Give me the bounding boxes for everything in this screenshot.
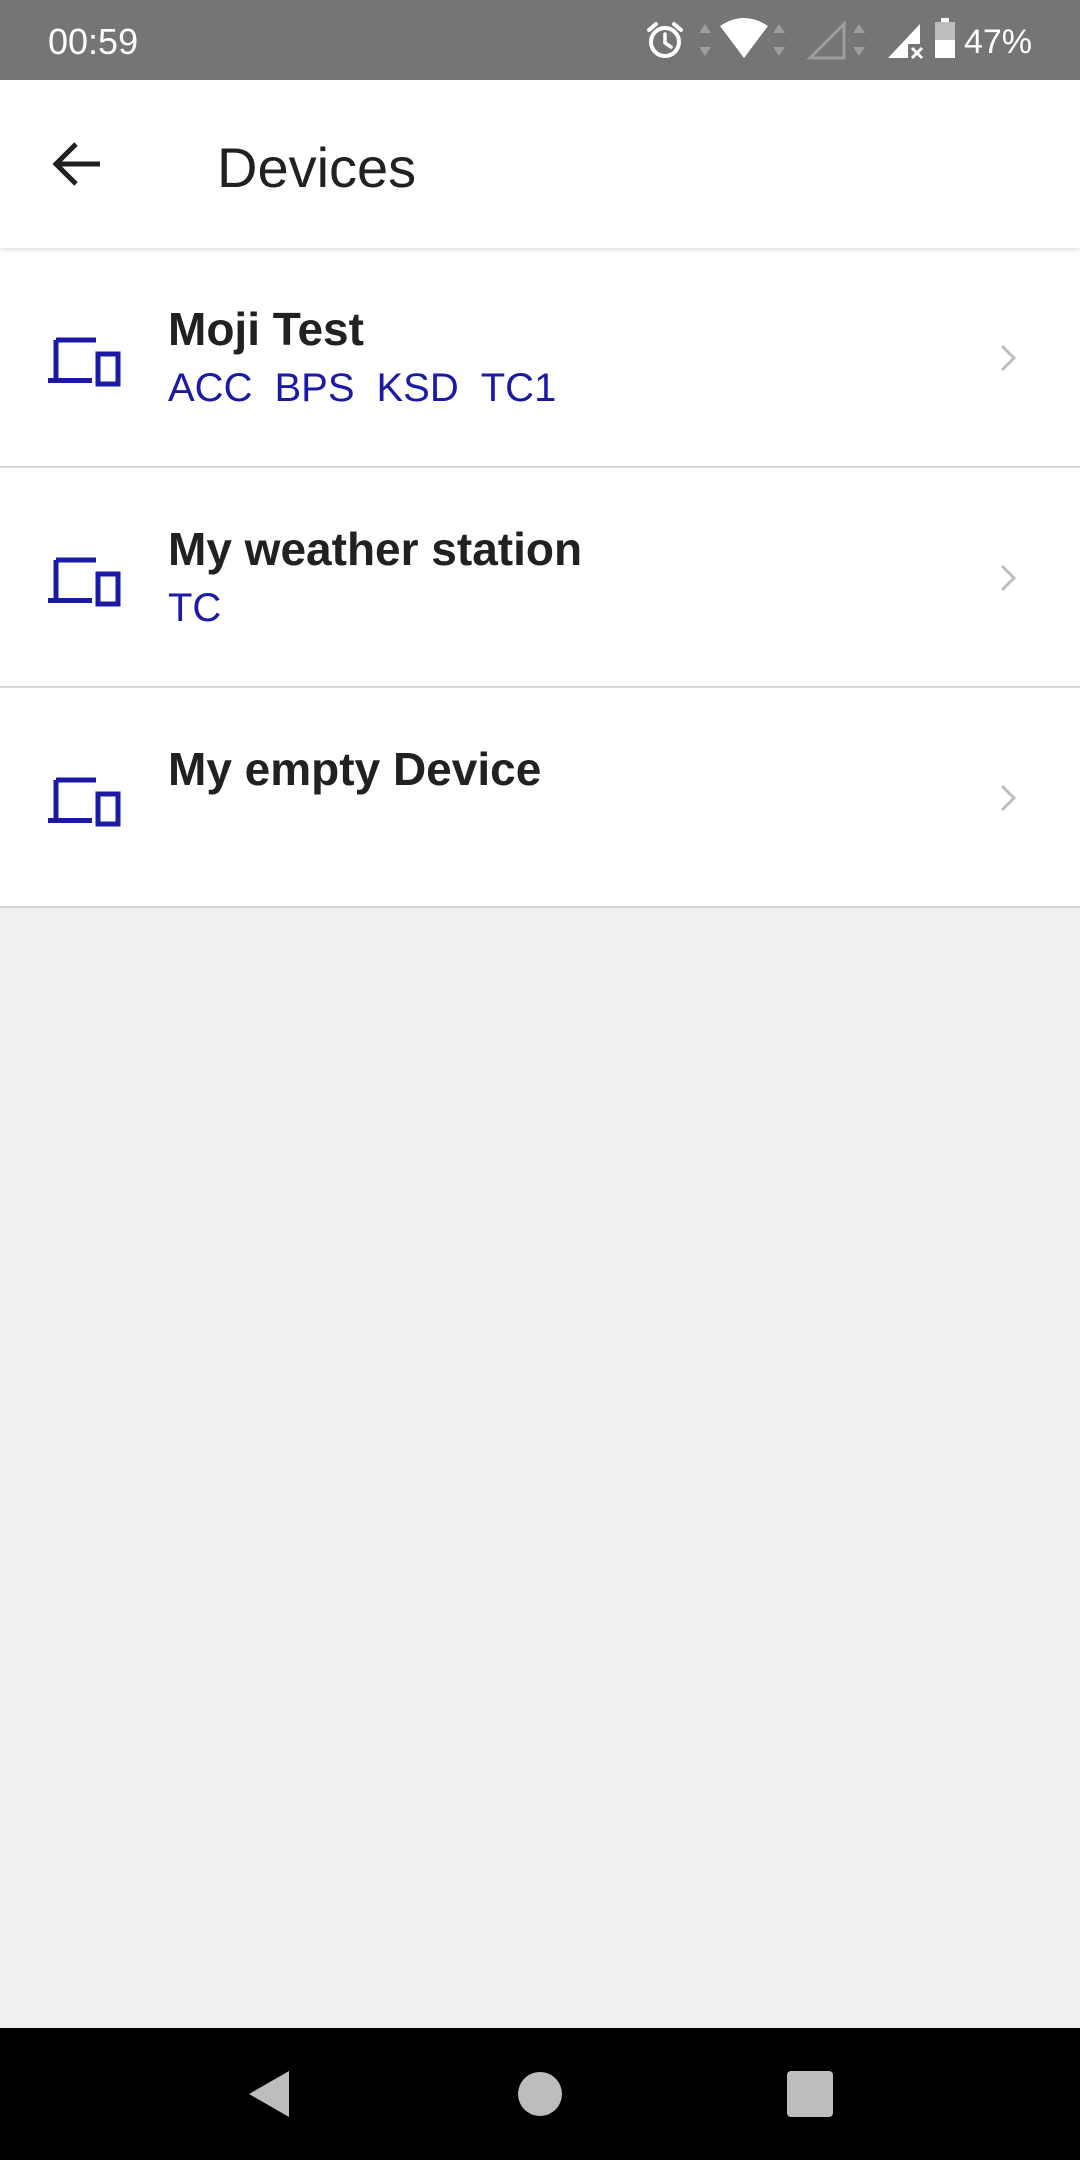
device-row[interactable]: Moji Test ACC BPS KSD TC1 (0, 248, 1080, 468)
nav-home-button[interactable] (490, 2028, 590, 2160)
device-tag: TC1 (480, 366, 557, 410)
chevron-right-icon (1000, 344, 1017, 372)
back-button[interactable] (30, 124, 126, 204)
devices-icon (48, 337, 121, 387)
nav-recents-button[interactable] (760, 2028, 860, 2160)
device-tags: ACC BPS KSD TC1 (168, 366, 578, 411)
device-row[interactable]: My weather station TC (0, 468, 1080, 688)
navigation-bar (0, 2028, 1080, 2160)
devices-icon (48, 777, 121, 827)
device-name: My weather station (168, 523, 583, 575)
nav-recents-icon (787, 2071, 833, 2117)
devices-icon (48, 557, 121, 607)
data-activity-icon (699, 24, 711, 56)
device-tag: BPS (274, 366, 355, 410)
device-tags: TC (168, 586, 243, 631)
chevron-right-icon (1000, 564, 1017, 592)
device-list: Moji Test ACC BPS KSD TC1 My weather statio… (0, 248, 1080, 908)
wifi-icon (720, 18, 768, 58)
signal-activity-icon (853, 24, 865, 56)
status-bar: 00:59 47% (0, 0, 1080, 80)
arrow-back-icon (52, 142, 100, 186)
alarm-icon (647, 22, 683, 58)
device-row[interactable]: My empty Device (0, 688, 1080, 908)
nav-back-button[interactable] (220, 2028, 320, 2160)
device-name: My empty Device (168, 743, 542, 795)
chevron-right-icon (1000, 784, 1017, 812)
nav-back-icon (249, 2071, 289, 2117)
status-time: 00:59 (48, 21, 139, 62)
signal-no-sim-icon (888, 24, 924, 60)
app-bar: Devices (0, 80, 1080, 248)
signal-empty-icon (806, 20, 846, 60)
battery-icon (935, 18, 955, 58)
wifi-activity-icon (773, 24, 785, 56)
nav-home-icon (518, 2072, 562, 2116)
page-title: Devices (217, 136, 417, 199)
device-tag: TC (168, 586, 222, 630)
device-tag: ACC (168, 366, 253, 410)
battery-percent: 47% (963, 23, 1032, 61)
device-tag: KSD (376, 366, 459, 410)
device-name: Moji Test (168, 303, 364, 355)
